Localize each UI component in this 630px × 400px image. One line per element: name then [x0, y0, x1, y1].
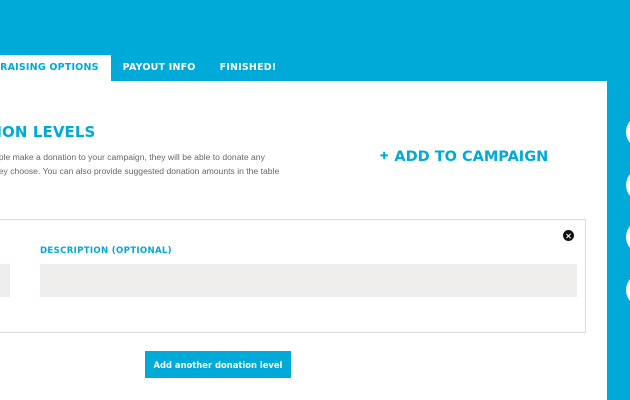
- plus-icon: ✚: [380, 151, 389, 162]
- side-circle[interactable]: [626, 220, 630, 254]
- tab-payout-info[interactable]: PAYOUT INFO: [111, 55, 208, 81]
- close-icon[interactable]: [563, 230, 574, 241]
- description-label: DESCRIPTION (OPTIONAL): [40, 246, 172, 256]
- tab-finished[interactable]: FINISHED!: [208, 55, 289, 81]
- description-input[interactable]: [40, 264, 577, 297]
- helper-line: ople make a donation to your campaign, t…: [0, 152, 265, 162]
- add-donation-level-button[interactable]: Add another donation level: [145, 351, 291, 378]
- add-to-campaign-link[interactable]: ✚ ADD TO CAMPAIGN: [380, 149, 548, 165]
- section-helper-text: ople make a donation to your campaign, t…: [0, 150, 339, 178]
- side-circle[interactable]: [626, 115, 630, 149]
- amount-field[interactable]: [0, 264, 10, 297]
- add-to-campaign-label: ADD TO CAMPAIGN: [394, 149, 549, 165]
- wizard-tabs: DRAISING OPTIONS PAYOUT INFO FINISHED!: [0, 55, 288, 81]
- donation-levels-panel: TION LEVELS ople make a donation to your…: [0, 81, 607, 400]
- helper-line: hey choose. You can also provide suggest…: [0, 166, 280, 176]
- donation-level-card: DESCRIPTION (OPTIONAL): [0, 219, 586, 333]
- side-circle[interactable]: [626, 273, 630, 307]
- section-title: TION LEVELS: [0, 123, 96, 141]
- tab-fundraising-options[interactable]: DRAISING OPTIONS: [0, 55, 111, 81]
- side-circle[interactable]: [626, 168, 630, 202]
